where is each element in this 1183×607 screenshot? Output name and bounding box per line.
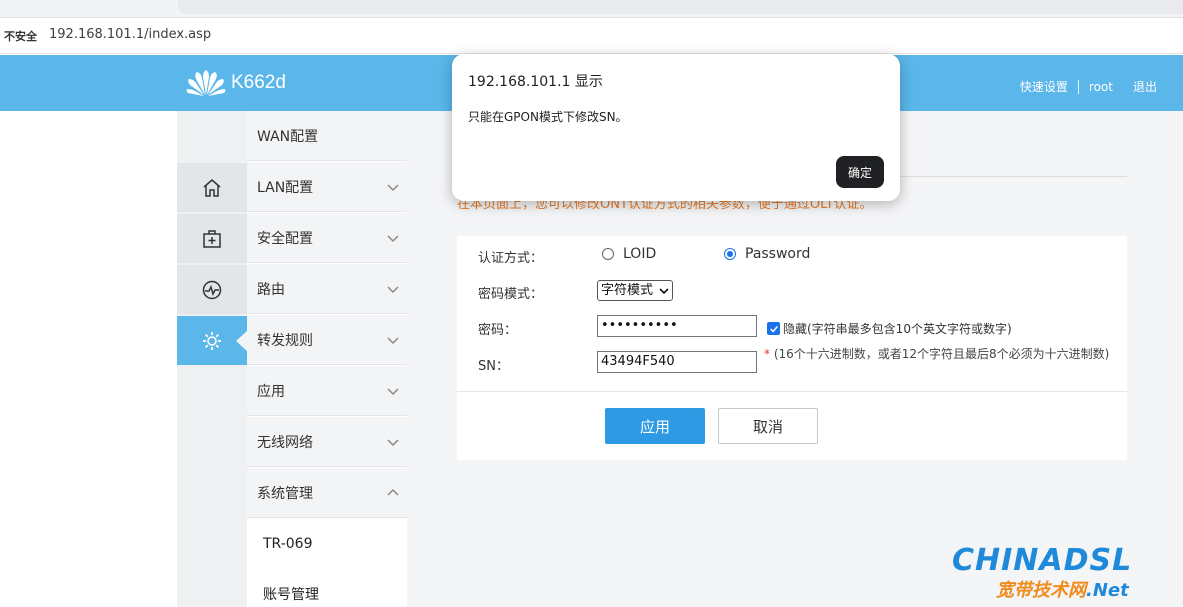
watermark: CHINADSL 宽带技术网.Net	[952, 543, 1177, 603]
gear-icon	[203, 331, 221, 350]
menu-sidebar: WAN配置 LAN配置 安全配置 路由 转发规则 应用 无线网络 系统管理 TR…	[247, 111, 407, 607]
address-bar[interactable]: 不安全 192.168.101.1/index.asp	[0, 18, 1183, 54]
dialog-title: 192.168.101.1 显示	[468, 74, 603, 90]
chevron-down-icon	[387, 337, 399, 345]
auth-mode-label: 认证方式：	[478, 251, 544, 266]
device-model: K662d	[231, 72, 286, 93]
activity-icon	[202, 280, 222, 299]
medical-kit-icon	[203, 229, 221, 248]
chevron-down-icon	[387, 235, 399, 243]
menu-item-lan[interactable]: LAN配置	[247, 162, 407, 212]
password-label: 密码：	[478, 323, 518, 338]
alert-dialog: 192.168.101.1 显示 只能在GPON模式下修改SN。 确定	[452, 54, 900, 201]
chevron-up-icon	[387, 488, 399, 496]
form-divider	[457, 391, 1127, 392]
icon-sidebar	[177, 111, 247, 607]
radio-circle[interactable]	[602, 248, 614, 260]
chevron-down-icon	[659, 288, 669, 295]
radio-password[interactable]: Password	[724, 246, 810, 262]
sn-hint: * (16个十六进制数，或者12个字符且最后8个必须为十六进制数)	[764, 347, 1110, 361]
menu-item-application[interactable]: 应用	[247, 366, 407, 416]
header-links: 快速设置 root 退出	[1010, 78, 1167, 95]
check-icon	[769, 325, 778, 333]
watermark-sub: 宽带技术网.Net	[996, 580, 1129, 601]
chevron-down-icon	[387, 286, 399, 294]
required-star: *	[764, 347, 770, 361]
apply-button[interactable]: 应用	[605, 408, 705, 444]
password-input[interactable]: ••••••••••	[597, 315, 757, 337]
chevron-down-icon	[387, 184, 399, 192]
radio-loid[interactable]: LOID	[602, 246, 656, 262]
hide-checkbox[interactable]	[767, 322, 780, 335]
logout-link[interactable]: 退出	[1123, 78, 1167, 95]
password-mode-label: 密码模式：	[478, 287, 544, 302]
user-link[interactable]: root	[1079, 80, 1123, 94]
url-text[interactable]: 192.168.101.1/index.asp	[49, 27, 211, 42]
submenu-item-account[interactable]: 账号管理	[247, 569, 407, 607]
dialog-message: 只能在GPON模式下修改SN。	[468, 110, 628, 124]
menu-item-wan[interactable]: WAN配置	[247, 111, 407, 161]
browser-tabstrip	[0, 0, 1183, 18]
blank-icon-slot	[177, 111, 247, 160]
sidebar-diagnose[interactable]	[177, 214, 247, 263]
cancel-button[interactable]: 取消	[718, 408, 818, 444]
sidebar-status[interactable]	[177, 265, 247, 314]
active-pointer	[236, 331, 247, 351]
security-indicator[interactable]: 不安全	[4, 28, 37, 44]
chevron-down-icon	[387, 388, 399, 396]
menu-item-security[interactable]: 安全配置	[247, 213, 407, 263]
auth-form: 认证方式： LOID Password 密码模式： 字符模式 密码： •••••…	[457, 236, 1127, 460]
radio-circle-selected[interactable]	[724, 248, 736, 260]
menu-item-system[interactable]: 系统管理	[247, 468, 407, 518]
sidebar-home[interactable]	[177, 163, 247, 212]
quick-setup-link[interactable]: 快速设置	[1010, 78, 1078, 95]
menu-item-wireless[interactable]: 无线网络	[247, 417, 407, 467]
menu-item-forward[interactable]: 转发规则	[247, 315, 407, 365]
menu-item-route[interactable]: 路由	[247, 264, 407, 314]
huawei-logo-icon	[186, 70, 226, 96]
submenu-item-tr069[interactable]: TR-069	[247, 519, 407, 569]
sn-label: SN：	[478, 359, 509, 374]
chevron-down-icon	[387, 439, 399, 447]
watermark-main: CHINADSL	[952, 543, 1133, 578]
home-icon	[203, 178, 221, 197]
dialog-ok-button[interactable]: 确定	[836, 156, 884, 188]
browser-tab[interactable]	[178, 0, 1183, 14]
hide-password-toggle[interactable]: 隐藏(字符串最多包含10个英文字符或数字)	[767, 320, 1012, 337]
sn-input[interactable]: 43494F540	[597, 351, 757, 373]
password-mode-select[interactable]: 字符模式	[597, 280, 673, 301]
